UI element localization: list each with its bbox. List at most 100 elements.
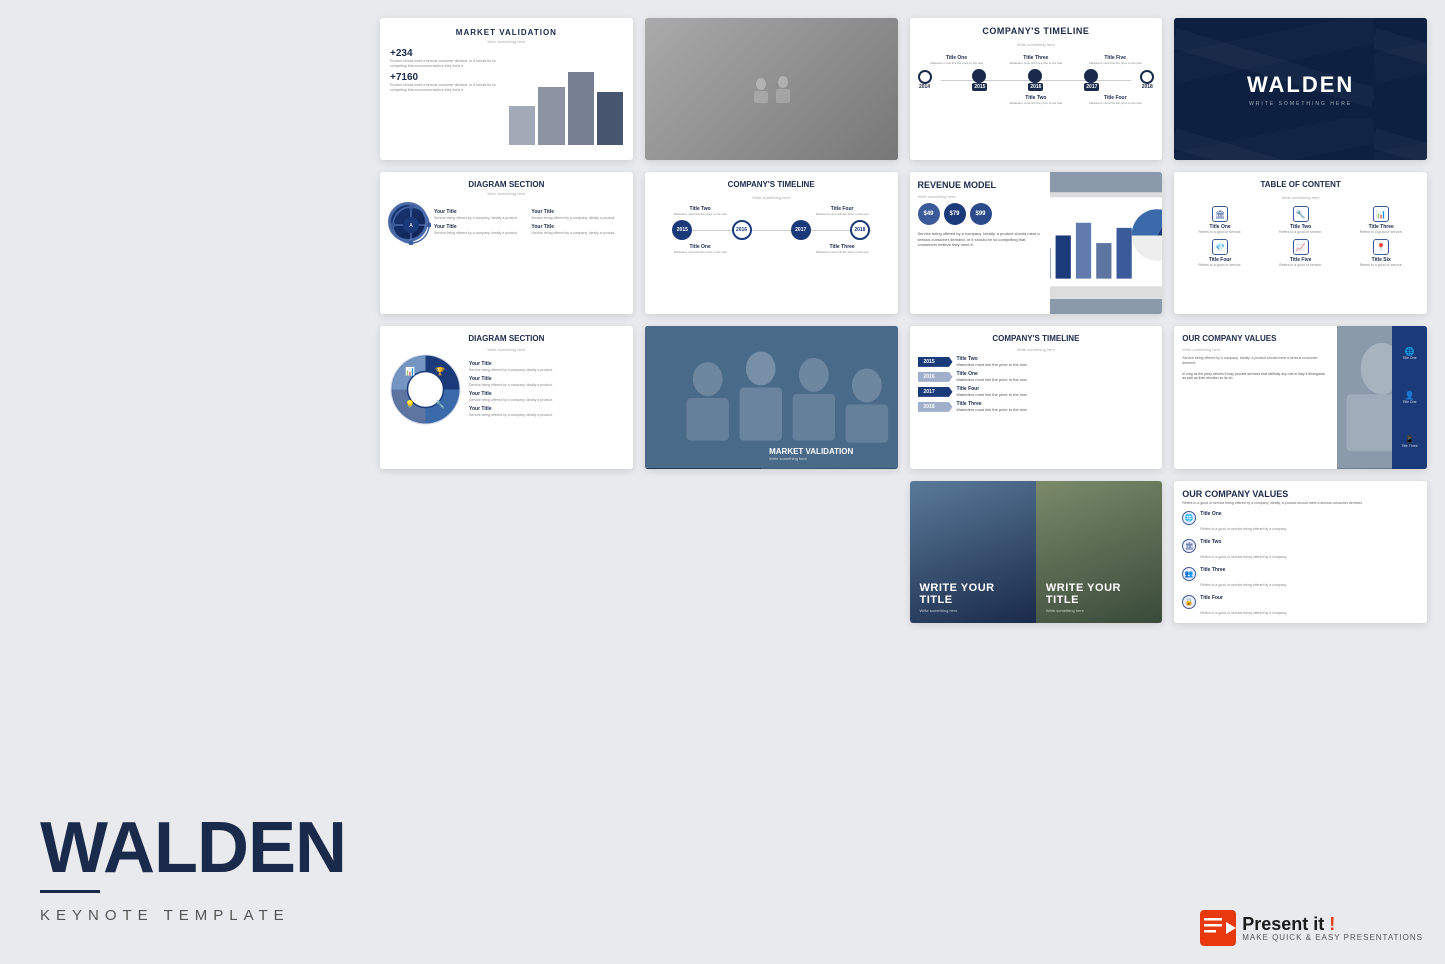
slide-4-name: WALDEN bbox=[1247, 72, 1354, 98]
slide-diagram2[interactable]: DIAGRAM SECTION Write something here bbox=[380, 326, 633, 468]
arrow-badge-2018: 2018 bbox=[918, 402, 953, 412]
timeline-circles: 2015 2016 2017 2018 bbox=[653, 220, 890, 240]
right-panel: MARKET VALIDATION Write something here +… bbox=[370, 0, 1445, 964]
price-tag-2: $79 bbox=[944, 203, 966, 225]
vals-right: 🌐 Title One 👤 Title One 📱 Title Three bbox=[1337, 326, 1427, 468]
vals-list-item-1: 🌐 Title OneRefers to a good or service b… bbox=[1182, 511, 1419, 535]
spacer-2 bbox=[645, 481, 898, 623]
slide-5-title: DIAGRAM SECTION bbox=[388, 180, 625, 189]
vli-icon-2: 🏛 bbox=[1182, 539, 1196, 553]
brand-divider bbox=[40, 890, 100, 893]
val-item-3: 📱 Title Three bbox=[1401, 435, 1418, 448]
timeline-years-row: 2014 2015 2016 2017 bbox=[918, 69, 1155, 91]
arrow-row-4: 2018 Title ThreeMarketers must link the … bbox=[918, 401, 1155, 412]
vals-list-item-2: 🏛 Title TwoRefers to a good or service b… bbox=[1182, 539, 1419, 563]
bar-3 bbox=[568, 72, 594, 145]
wt-half-right: WRITE YOUR TITLE Write something here bbox=[1036, 481, 1162, 623]
brand-subtitle: KEYNOTE TEMPLATE bbox=[40, 907, 335, 924]
slide-market-validation[interactable]: MARKET VALIDATION Write something here +… bbox=[380, 18, 633, 160]
stat-2: +7160 bbox=[390, 72, 503, 83]
toc-item-2: 🔧 Title Two Refers to a good or service. bbox=[1263, 206, 1339, 234]
slide-13-sub-right: Write something here bbox=[1046, 608, 1152, 613]
slide-walden-blue[interactable]: WALDEN WRITE SOMETHING HERE bbox=[1174, 18, 1427, 160]
brand-title: WALDEN bbox=[40, 812, 335, 884]
toc-item-6: 📍 Title Six Refers to a good or service. bbox=[1343, 239, 1419, 267]
slide-11-title: COMPANY'S TIMELINE bbox=[918, 334, 1155, 343]
slide-table-content[interactable]: TABLE OF CONTENT Write something here 🏛 … bbox=[1174, 172, 1427, 314]
revenue-right bbox=[1050, 172, 1163, 314]
slide-8-title: TABLE OF CONTENT bbox=[1182, 180, 1419, 189]
market-dark-sub: Write something here bbox=[769, 456, 853, 461]
arrow-badge-2016: 2016 bbox=[918, 372, 953, 382]
toc-item-3: 📊 Title Three Refers to a good or servic… bbox=[1343, 206, 1419, 234]
svg-text:📊: 📊 bbox=[405, 366, 415, 376]
slide-write-title[interactable]: Write Your Title Product should meet a s… bbox=[645, 18, 898, 160]
arrow-row-3: 2017 Title FourMarketers must link the p… bbox=[918, 386, 1155, 397]
slide-company-values[interactable]: OUR COMPANY VALUES Write something here … bbox=[1174, 326, 1427, 468]
slide-2-bottom bbox=[645, 89, 898, 160]
toc-icon-6: 📍 bbox=[1373, 239, 1389, 255]
presenter-name: Present it ! bbox=[1242, 915, 1423, 933]
diagram-labels: Your TitleService being offered by a com… bbox=[434, 209, 625, 235]
bar-chart bbox=[509, 48, 622, 150]
vals-list-items: 🌐 Title OneRefers to a good or service b… bbox=[1182, 511, 1419, 619]
slide-vals-list[interactable]: OUR COMPANY VALUES Refers to a good or s… bbox=[1174, 481, 1427, 623]
slide-1-title: MARKET VALIDATION bbox=[390, 28, 623, 37]
slide-14-title: OUR COMPANY VALUES bbox=[1182, 489, 1419, 499]
slide-3-title: COMPANY'S TIMELINE bbox=[918, 26, 1155, 36]
slide-timeline-mid[interactable]: COMPANY'S TIMELINE Write something here … bbox=[645, 172, 898, 314]
slide-timeline-bot[interactable]: COMPANY'S TIMELINE Write something here … bbox=[910, 326, 1163, 468]
vals-sidebar: 🌐 Title One 👤 Title One 📱 Title Three bbox=[1392, 326, 1427, 468]
presenter-logo: Present it ! MAKE QUICK & EASY PRESENTAT… bbox=[1200, 910, 1423, 946]
wt-half-left: WRITE YOUR TITLE Write something here bbox=[910, 481, 1036, 623]
slide-13-title-right: WRITE YOUR TITLE bbox=[1046, 582, 1152, 606]
bar-4 bbox=[597, 92, 623, 145]
stat-1-text: Product should meet a serious consumer d… bbox=[390, 59, 503, 68]
vals-left: OUR COMPANY VALUES Write something here … bbox=[1174, 326, 1337, 468]
slide-6-title: COMPANY'S TIMELINE bbox=[653, 180, 890, 189]
slide-7-body: Service being offered by a company. Idea… bbox=[918, 231, 1042, 248]
toc-icon-5: 📈 bbox=[1293, 239, 1309, 255]
arrow-row-2: 2016 Title OneMarketers must link the pr… bbox=[918, 371, 1155, 382]
toc-item-1: 🏛 Title One Refers to a good or service. bbox=[1182, 206, 1258, 234]
vals-list-item-3: 👥 Title ThreeRefers to a good or service… bbox=[1182, 567, 1419, 591]
bar-1 bbox=[509, 106, 535, 145]
slides-row-4: WRITE YOUR TITLE Write something here WR… bbox=[380, 481, 1427, 623]
stat-1: +234 bbox=[390, 48, 503, 59]
toc-item-5: 📈 Title Five Refers to a good or service… bbox=[1263, 239, 1339, 267]
left-panel: WALDEN KEYNOTE TEMPLATE bbox=[0, 0, 370, 964]
slide-1-subtitle: Write something here bbox=[390, 39, 623, 44]
slide-9-title: DIAGRAM SECTION bbox=[388, 334, 625, 343]
toc-icon-4: 💎 bbox=[1212, 239, 1228, 255]
slide-diagram[interactable]: DIAGRAM SECTION Write something here bbox=[380, 172, 633, 314]
arrow-badge-2017: 2017 bbox=[918, 387, 953, 397]
slides-row-1: MARKET VALIDATION Write something here +… bbox=[380, 18, 1427, 160]
toc-icon-2: 🔧 bbox=[1293, 206, 1309, 222]
toc-grid: 🏛 Title One Refers to a good or service.… bbox=[1182, 206, 1419, 267]
svg-text:🔧: 🔧 bbox=[435, 399, 445, 409]
presenter-tagline: MAKE QUICK & EASY PRESENTATIONS bbox=[1242, 933, 1423, 942]
slide-timeline-top[interactable]: COMPANY'S TIMELINE Write something here … bbox=[910, 18, 1163, 160]
stat-2-text: Product should meet a serious consumer d… bbox=[390, 83, 503, 92]
toc-icon-1: 🏛 bbox=[1212, 206, 1228, 222]
bar-2 bbox=[538, 87, 564, 145]
price-tags: $49 $79 $99 bbox=[918, 203, 1042, 225]
arrow-badge-2015: 2015 bbox=[918, 357, 953, 367]
spacer-1 bbox=[380, 481, 633, 623]
slides-row-2: DIAGRAM SECTION Write something here bbox=[380, 172, 1427, 314]
slide-market-dark[interactable]: +50 Refers to a good or service being of… bbox=[645, 326, 898, 468]
bottom-area: Present it ! MAKE QUICK & EASY PRESENTAT… bbox=[380, 635, 1427, 651]
vli-icon-3: 👥 bbox=[1182, 567, 1196, 581]
arrow-row-1: 2015 Title TwoMarketers must link the pr… bbox=[918, 356, 1155, 367]
presenter-text: Present it ! MAKE QUICK & EASY PRESENTAT… bbox=[1242, 915, 1423, 942]
diagram-content: A Your TitleService being offered by a c… bbox=[388, 202, 625, 242]
svg-text:💡: 💡 bbox=[405, 399, 415, 409]
slide-revenue[interactable]: REVENUE MODEL Write something here $49 $… bbox=[910, 172, 1163, 314]
slide-write-dark[interactable]: WRITE YOUR TITLE Write something here WR… bbox=[910, 481, 1163, 623]
present-it-icon bbox=[1200, 910, 1236, 946]
market-dark-label: MARKET VALIDATION bbox=[769, 447, 853, 456]
svg-text:🏆: 🏆 bbox=[435, 366, 445, 376]
circular-diagram: 🏆 🔧 💡 📊 bbox=[388, 354, 463, 424]
slide-4-subtitle: WRITE SOMETHING HERE bbox=[1249, 101, 1352, 107]
slide-2-img-right bbox=[645, 18, 898, 160]
